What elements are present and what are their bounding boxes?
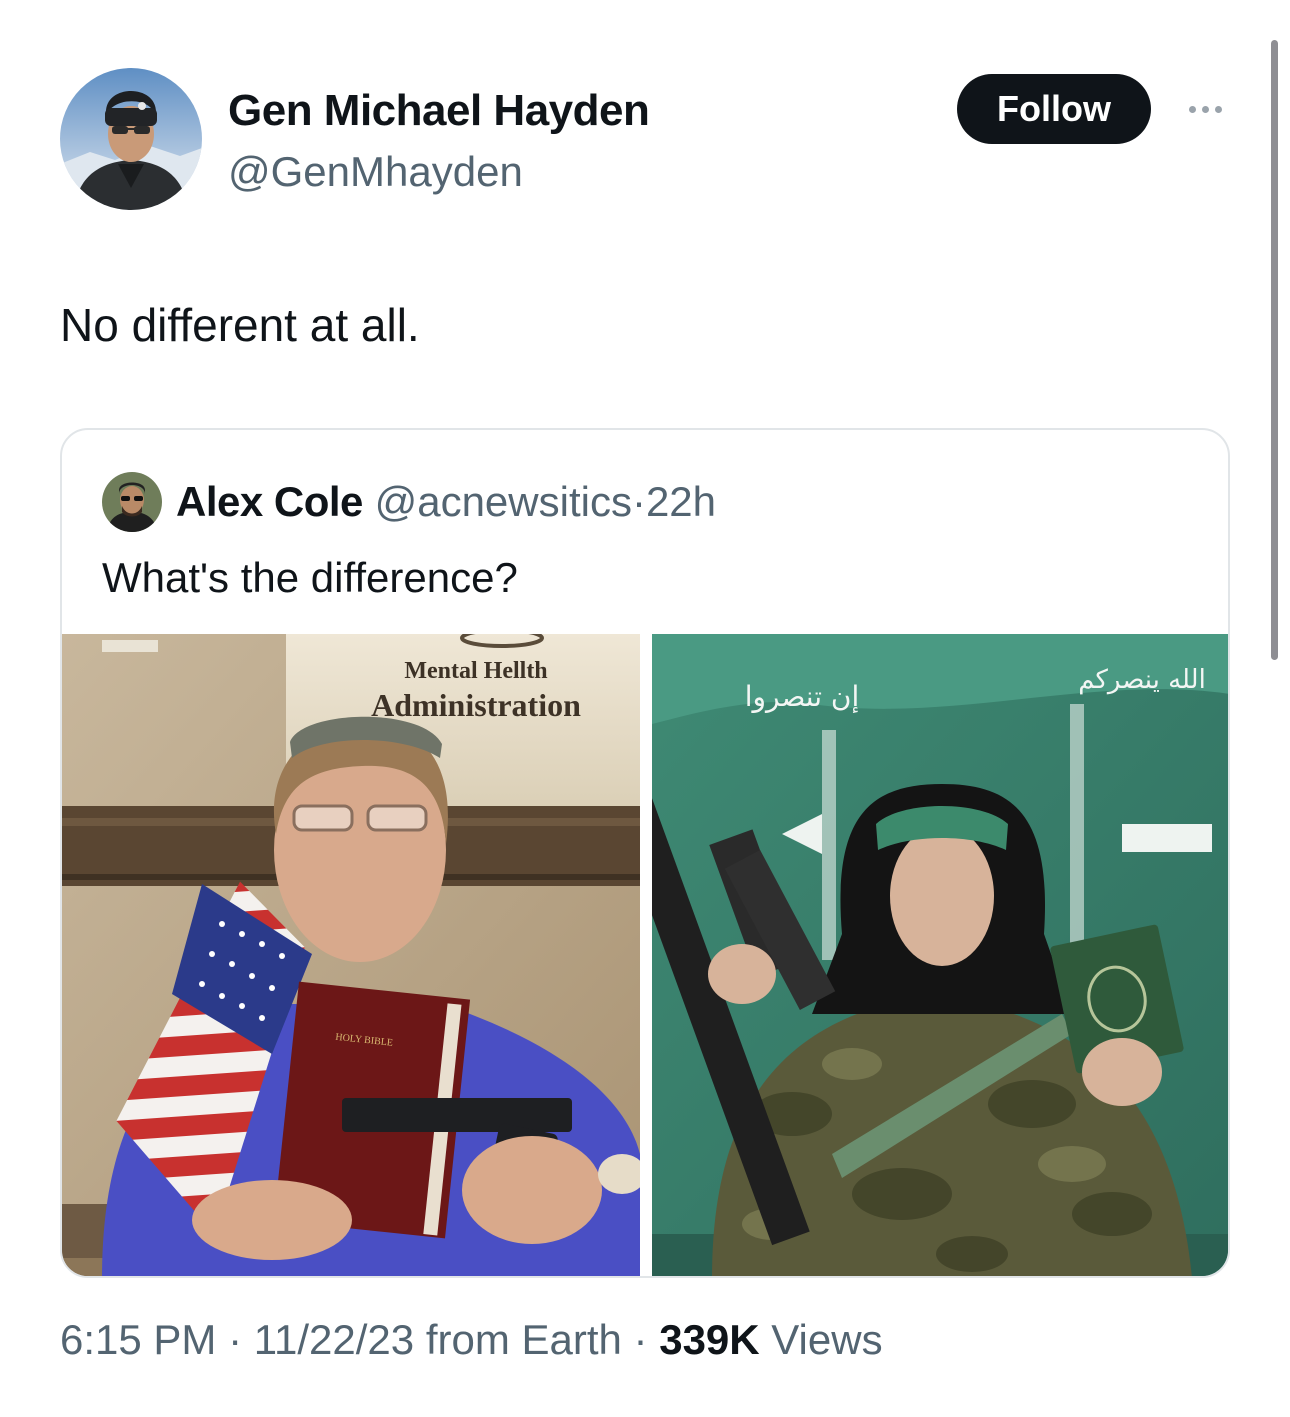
quoted-timestamp[interactable]: 22h: [646, 478, 716, 525]
media-image-left[interactable]: Mental Hellth Administration HOLY BIBLE: [62, 634, 640, 1276]
author-avatar[interactable]: [60, 68, 202, 210]
tweet-date[interactable]: 11/22/23: [254, 1316, 414, 1363]
quoted-author-name[interactable]: Alex Cole: [176, 478, 363, 525]
sign-line-1: Mental Hellth: [404, 658, 547, 684]
tweet-header: Gen Michael Hayden @GenMhayden Follow: [60, 68, 1230, 210]
views-label[interactable]: Views: [771, 1316, 882, 1363]
banner-text-right: الله ينصركم: [1078, 665, 1206, 695]
quoted-author-avatar[interactable]: [102, 472, 162, 532]
tweet-time[interactable]: 6:15 PM: [60, 1316, 216, 1363]
quoted-media: Mental Hellth Administration HOLY BIBLE …: [62, 634, 1228, 1276]
quoted-author-handle[interactable]: @acnewsitics: [375, 478, 632, 525]
more-dot: [1214, 105, 1222, 113]
banner-text-left: إن تنصروا: [745, 680, 860, 713]
views-count[interactable]: 339K: [659, 1316, 759, 1363]
tweet-metadata: 6:15 PM · 11/22/23 from Earth · 339K Vie…: [60, 1316, 883, 1364]
author-name[interactable]: Gen Michael Hayden: [228, 86, 650, 136]
meta-separator: ·: [228, 1316, 243, 1363]
meta-separator: ·: [633, 1316, 648, 1363]
media-image-right[interactable]: إن تنصروا الله ينصركم: [652, 634, 1228, 1276]
quoted-meta: Alex Cole @acnewsitics·22h: [176, 474, 716, 530]
follow-button[interactable]: Follow: [957, 74, 1151, 144]
more-dot: [1188, 105, 1196, 113]
scrollbar[interactable]: [1271, 40, 1278, 660]
tweet-source: from Earth: [425, 1316, 622, 1363]
quoted-tweet-text: What's the difference?: [102, 554, 518, 601]
quoted-tweet[interactable]: Alex Cole @acnewsitics·22h What's the di…: [60, 428, 1230, 1278]
tweet-text: No different at all.: [60, 299, 420, 351]
author-handle[interactable]: @GenMhayden: [228, 148, 523, 196]
sign-line-2: Administration: [371, 687, 581, 723]
meta-separator: ·: [631, 478, 646, 525]
more-dot: [1201, 105, 1209, 113]
more-icon[interactable]: [1180, 84, 1230, 134]
